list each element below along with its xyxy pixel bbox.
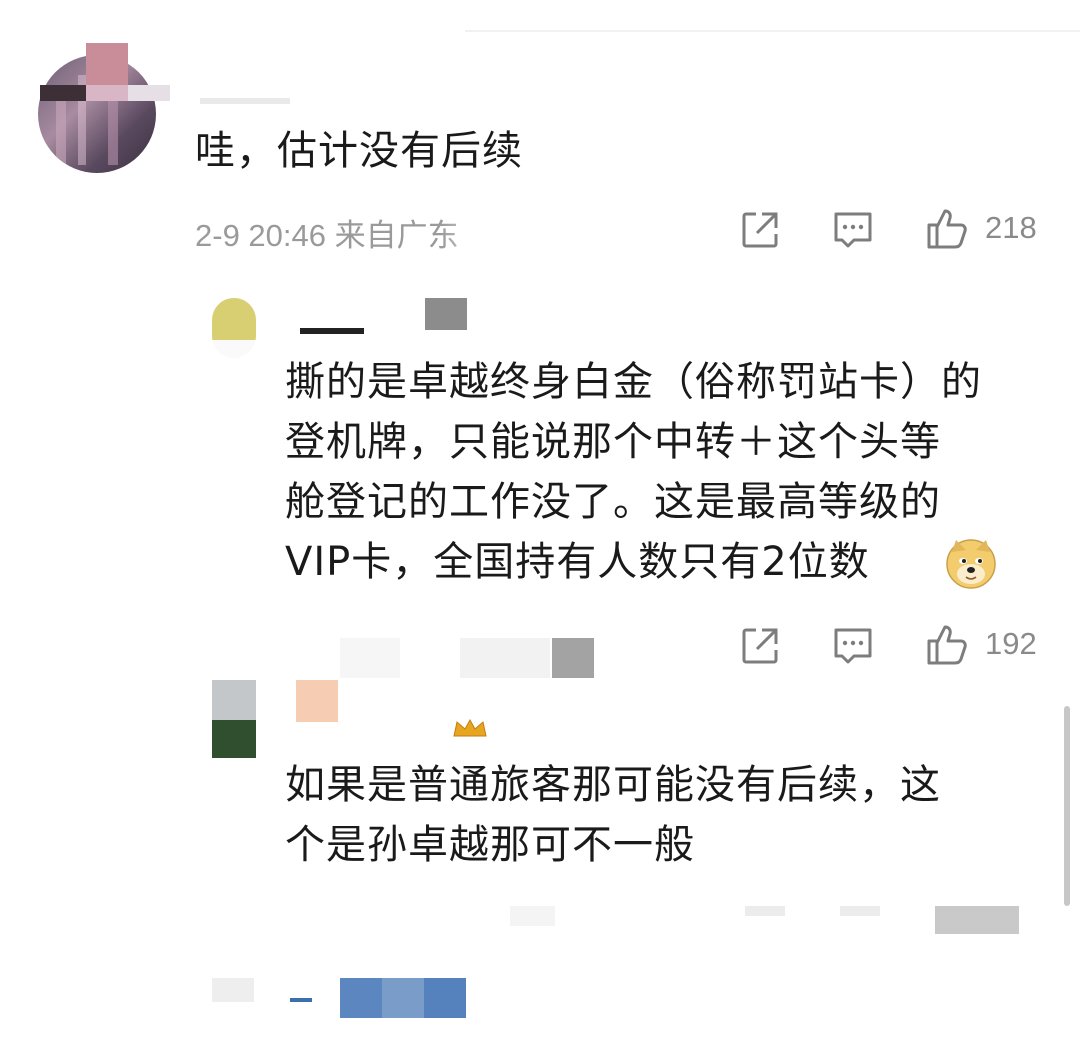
meta-mosaic [510,906,555,926]
username-mosaic [200,98,290,104]
username-mosaic [128,85,170,101]
reply-line: VIP卡，全国持有人数只有2位数 [285,539,870,585]
reply-2: 如果是普通旅客那可能没有后续，这 个是孙卓越那可不一般 [0,670,1080,940]
username-mosaic [382,978,424,1018]
reply-line: 撕的是卓越终身白金（俗称罚站卡）的 [285,359,982,405]
avatar[interactable] [212,298,256,358]
share-icon[interactable] [740,210,780,250]
username-mosaic [86,85,128,101]
avatar[interactable] [212,978,254,1002]
scrollbar[interactable] [1064,706,1070,906]
username-mosaic [340,978,382,1018]
username-mosaic [290,998,312,1002]
username-mosaic [296,680,338,722]
username-mosaic [424,978,466,1018]
reply-line: 舱登记的工作没了。这是最高等级的 [285,479,941,525]
reply-line: 个是孙卓越那可不一般 [285,822,695,868]
reply-line: 登机牌，只能说那个中转＋这个头等 [285,419,941,465]
reply-3 [0,960,1080,1046]
comment-icon[interactable] [832,210,874,250]
comment-text: 哇，估计没有后续 [195,128,523,174]
avatar[interactable] [212,680,256,758]
location-mosaic [440,208,510,252]
thumbs-up-icon[interactable] [925,207,969,251]
username-mosaic [86,43,128,85]
like-count: 218 [985,210,1037,245]
comment-icon[interactable] [832,626,874,666]
thumbs-up-icon[interactable] [925,623,969,667]
meta-mosaic [935,906,1019,934]
like-count: 192 [985,626,1037,661]
reply-line: 如果是普通旅客那可能没有后续，这 [285,762,941,808]
username-mosaic [40,85,86,101]
comment-1: 哇，估计没有后续 2-9 20:46 来自广东 218 [0,0,1080,270]
comment-meta: 2-9 20:46 来自广东 [195,218,459,253]
reply-1: 撕的是卓越终身白金（俗称罚站卡）的 登机牌，只能说那个中转＋这个头等 舱登记的工… [0,270,1080,678]
crown-icon [452,718,488,738]
share-icon[interactable] [740,626,780,666]
username-mosaic [425,298,467,330]
meta-mosaic [840,906,880,916]
username-mosaic [300,328,364,334]
meta-mosaic [745,906,785,916]
doge-emoji [944,536,998,590]
